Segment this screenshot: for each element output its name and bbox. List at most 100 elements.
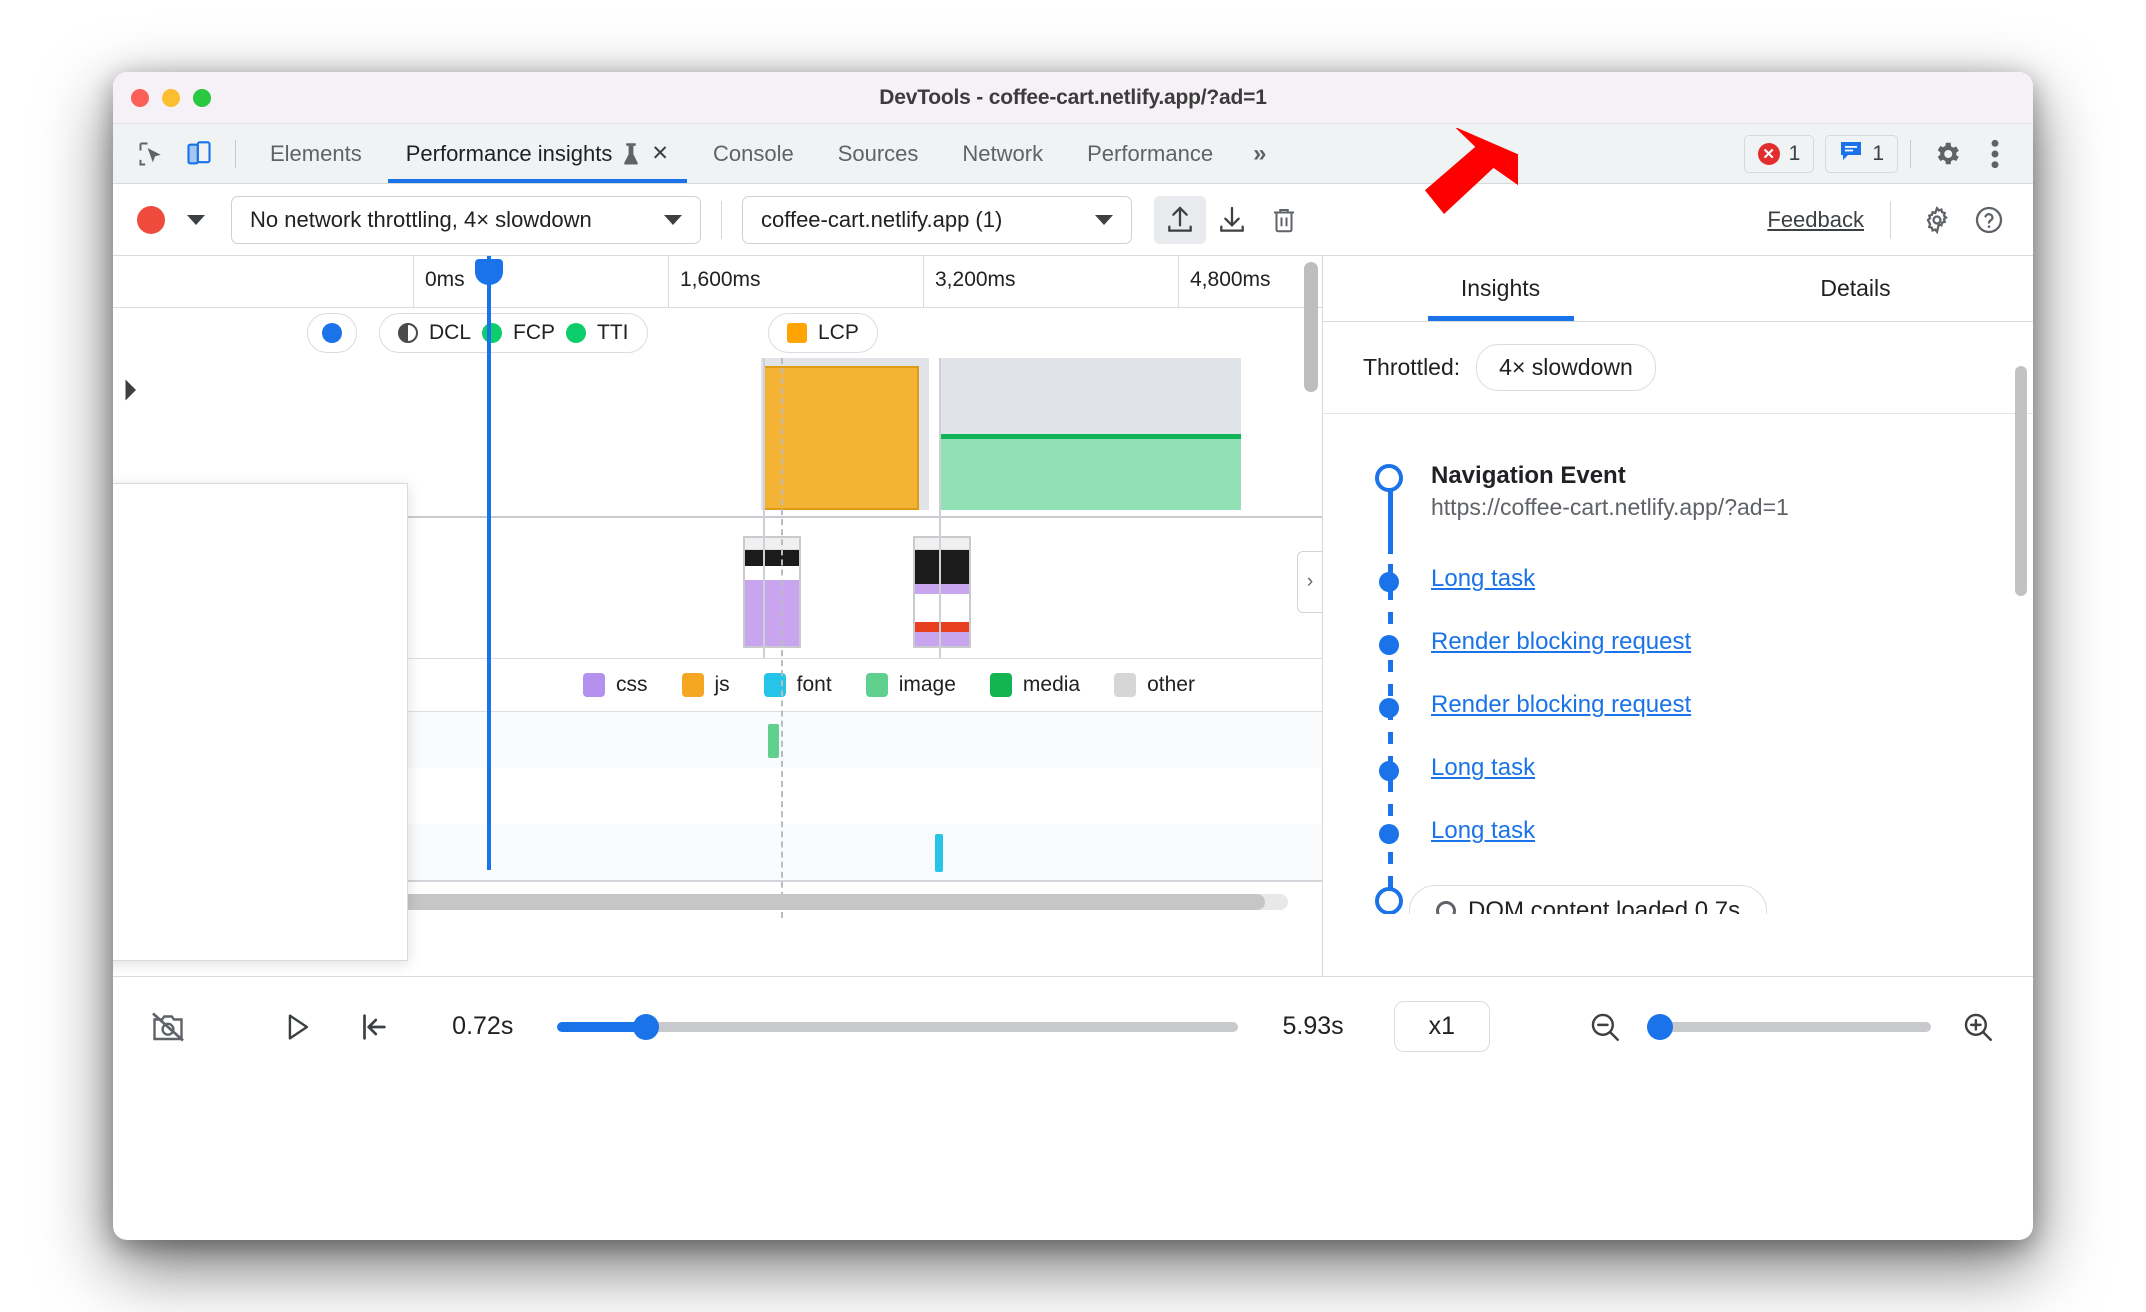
insight-dom-content-loaded[interactable]: DOM content loaded 0.7s (1323, 885, 2033, 914)
zoom-in-icon[interactable] (1949, 999, 2007, 1055)
event-node-icon (1375, 464, 1403, 492)
insight-long-task-2[interactable]: Long task (1323, 754, 2033, 782)
playback-speed-button[interactable]: x1 (1393, 1001, 1491, 1052)
collapse-sidebar-button[interactable]: › (1297, 551, 1322, 613)
more-tabs-button[interactable]: » (1235, 140, 1284, 168)
legend-item-media: media (989, 673, 1080, 697)
slider-track (1648, 1021, 1931, 1032)
zoom-out-icon[interactable] (1576, 999, 1634, 1055)
slider-track (645, 1021, 1239, 1032)
title-bar: DevTools - coffee-cart.netlify.app/?ad=1 (113, 72, 2033, 124)
play-icon[interactable] (267, 999, 325, 1055)
error-count-label: 1 (1788, 141, 1801, 165)
tab-insights[interactable]: Insights (1323, 256, 1678, 321)
help-icon[interactable] (1963, 196, 2015, 244)
filmstrip-thumbnail[interactable] (913, 536, 971, 648)
insight-link[interactable]: Long task (1431, 754, 1535, 782)
chevron-down-icon (664, 214, 682, 225)
insight-render-blocking-1[interactable]: Render blocking request (1323, 628, 2033, 656)
download-profile-button[interactable] (1206, 196, 1258, 244)
tabbar-right-divider (1910, 139, 1911, 168)
insight-long-task-3[interactable]: Long task (1323, 817, 2033, 845)
record-button[interactable] (137, 205, 165, 234)
marker-label-dcl: DCL (429, 321, 472, 344)
tab-label: Performance (1087, 140, 1214, 166)
insight-long-task-1[interactable]: Long task (1323, 565, 2033, 593)
insight-link[interactable]: Render blocking request (1431, 691, 1691, 719)
insight-navigation-event[interactable]: Navigation Event https://coffee-cart.net… (1323, 462, 2033, 521)
tab-label: Sources (837, 140, 919, 166)
marker-chip-partial[interactable] (307, 313, 357, 353)
message-count-badge[interactable]: 1 (1825, 134, 1898, 173)
task-block-js[interactable] (763, 366, 919, 510)
fcp-swatch (482, 323, 503, 343)
event-node-icon (1379, 635, 1399, 655)
slider-knob[interactable] (1646, 1013, 1673, 1040)
tab-close-icon[interactable]: ✕ (651, 143, 669, 164)
marker-chip-lcp[interactable]: LCP (768, 313, 878, 353)
gear-icon[interactable] (1911, 196, 1963, 244)
marker-chip-dcl-fcp-tti[interactable]: DCL FCP TTI (379, 313, 648, 353)
timeline-vertical-scrollbar[interactable] (1304, 262, 1318, 392)
legend-label: image (898, 673, 956, 696)
tab-details[interactable]: Details (1678, 256, 2033, 321)
insights-vertical-scrollbar[interactable] (2015, 366, 2027, 596)
device-toggle-icon[interactable] (179, 134, 219, 174)
error-count-badge[interactable]: ✕ 1 (1743, 134, 1815, 173)
network-bar-font[interactable] (935, 834, 943, 872)
screenshot-off-icon[interactable] (139, 999, 197, 1055)
playhead-line (487, 256, 491, 870)
insight-link[interactable]: Render blocking request (1431, 628, 1691, 656)
timeline-ruler[interactable]: 0ms 1,600ms 3,200ms 4,800ms (113, 256, 1322, 308)
devtools-window: DevTools - coffee-cart.netlify.app/?ad=1 (113, 72, 2033, 1240)
gear-icon[interactable] (1927, 134, 1967, 174)
insight-render-blocking-2[interactable]: Render blocking request (1323, 691, 2033, 719)
time-range-slider[interactable] (557, 1013, 1239, 1040)
time-cursor-line (781, 358, 783, 918)
delete-profile-button[interactable] (1258, 196, 1310, 244)
marker-label-lcp: LCP (818, 321, 859, 344)
inspect-cursor-icon[interactable] (131, 134, 171, 174)
jump-to-start-icon[interactable] (344, 999, 402, 1055)
insight-link[interactable]: Long task (1431, 817, 1535, 845)
experiment-flask-icon (621, 142, 641, 166)
devtools-tab-bar: Elements Performance insights ✕ Console (113, 124, 2033, 184)
insight-link[interactable]: Long task (1431, 565, 1535, 593)
upload-profile-button[interactable] (1154, 195, 1206, 244)
legend-item-css: css (583, 673, 648, 697)
marker-label-fcp: FCP (513, 321, 556, 344)
performance-toolbar: No network throttling, 4× slowdown coffe… (113, 184, 2033, 256)
kebab-menu-icon[interactable] (1975, 134, 2015, 174)
issue-badges: ✕ 1 1 (1743, 134, 1898, 173)
main-body: 0ms 1,600ms 3,200ms 4,800ms DCL FCP TTI … (113, 256, 2033, 976)
task-block-media[interactable] (941, 434, 1241, 510)
event-node-icon (1379, 572, 1399, 592)
tab-elements[interactable]: Elements (248, 124, 384, 183)
tabbar-divider (235, 139, 236, 168)
ruler-tick: 0ms (413, 256, 465, 307)
network-bar-image[interactable] (768, 724, 779, 758)
page-select[interactable]: coffee-cart.netlify.app (1) (742, 195, 1132, 244)
tab-console[interactable]: Console (691, 124, 816, 183)
tab-performance[interactable]: Performance (1065, 124, 1235, 183)
dcl-pill[interactable]: DOM content loaded 0.7s (1409, 885, 1768, 914)
slider-knob[interactable] (632, 1013, 659, 1040)
expand-group-button[interactable] (119, 378, 145, 404)
tab-network[interactable]: Network (940, 124, 1065, 183)
legend-item-js: js (681, 673, 730, 697)
zoom-range-slider[interactable] (1646, 1013, 1931, 1040)
chevron-down-icon (1095, 214, 1113, 225)
tab-sources[interactable]: Sources (816, 124, 941, 183)
throttling-select[interactable]: No network throttling, 4× slowdown (231, 195, 701, 244)
playhead-handle[interactable] (475, 259, 503, 285)
dcl-ring-icon (1436, 901, 1456, 914)
tti-swatch (566, 323, 587, 343)
dcl-swatch (398, 323, 418, 343)
insights-list[interactable]: Navigation Event https://coffee-cart.net… (1323, 414, 2033, 914)
chevron-down-icon (187, 214, 205, 225)
timeline-pane[interactable]: 0ms 1,600ms 3,200ms 4,800ms DCL FCP TTI … (113, 256, 1323, 976)
tab-performance-insights[interactable]: Performance insights ✕ (384, 124, 691, 183)
record-options-dropdown[interactable] (179, 203, 213, 237)
filmstrip-thumbnail[interactable] (743, 536, 801, 648)
feedback-link[interactable]: Feedback (1767, 207, 1870, 233)
